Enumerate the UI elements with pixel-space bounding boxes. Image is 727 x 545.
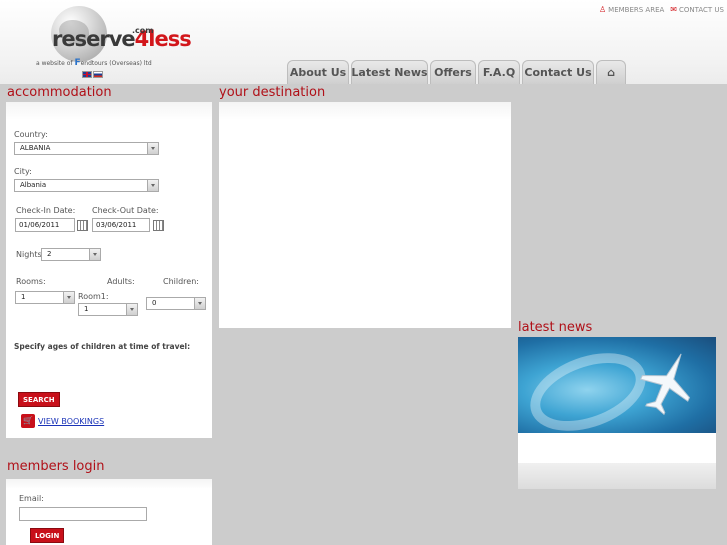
- tab-latest-news[interactable]: Latest News: [351, 60, 428, 84]
- email-label: Email:: [19, 494, 44, 503]
- adults-value: 1: [84, 305, 89, 313]
- swirl-decoration: [519, 338, 657, 433]
- rooms-label: Rooms:: [16, 277, 46, 286]
- children-value: 0: [152, 299, 157, 307]
- members-area-link[interactable]: ♙ MEMBERS AREA: [599, 5, 664, 14]
- envelope-icon: ✉: [670, 5, 677, 14]
- children-ages-note: Specify ages of children at time of trav…: [14, 342, 191, 351]
- latest-news-panel: [518, 433, 716, 489]
- calendar-icon[interactable]: [77, 220, 88, 231]
- contact-us-link[interactable]: ✉ CONTACT US: [670, 5, 724, 14]
- chevron-down-icon: [194, 298, 205, 309]
- panel-header-band: [6, 479, 212, 489]
- site-logo[interactable]: reserve4less: [52, 27, 192, 51]
- home-icon[interactable]: ⌂: [596, 60, 626, 84]
- rooms-value: 1: [21, 293, 26, 301]
- view-bookings-link[interactable]: 🛒 VIEW BOOKINGS: [21, 414, 104, 428]
- country-label: Country:: [14, 130, 48, 139]
- header: reserve4less .com a website of Fendtours…: [0, 0, 727, 84]
- contact-us-label: CONTACT US: [679, 5, 724, 14]
- tab-offers[interactable]: Offers: [430, 60, 476, 84]
- city-value: Albania: [20, 181, 47, 189]
- children-select[interactable]: 0: [146, 297, 206, 310]
- destination-panel: [219, 102, 511, 328]
- country-select[interactable]: ALBANIA: [14, 142, 159, 155]
- tagline-prefix: a website of: [36, 60, 73, 67]
- chevron-down-icon: [147, 143, 158, 154]
- chevron-down-icon: [89, 249, 100, 260]
- checkin-label: Check-In Date:: [16, 206, 76, 215]
- room1-label: Room1:: [78, 292, 109, 301]
- checkout-date-input[interactable]: 03/06/2011: [92, 218, 150, 232]
- adults-label: Adults:: [107, 277, 135, 286]
- tab-faq[interactable]: F.A.Q: [478, 60, 520, 84]
- email-field[interactable]: [19, 507, 147, 521]
- latest-news-title: latest news: [518, 320, 593, 335]
- chevron-down-icon: [63, 292, 74, 303]
- panel-header-band: [6, 102, 212, 120]
- members-login-title: members login: [7, 459, 105, 474]
- logo-tagline: a website of Fendtours (Overseas) ltd: [36, 58, 152, 68]
- panel-header-band: [219, 102, 511, 120]
- rooms-select[interactable]: 1: [15, 291, 75, 304]
- members-icon: ♙: [599, 5, 607, 14]
- calendar-icon[interactable]: [153, 220, 164, 231]
- tab-contact-us[interactable]: Contact Us: [522, 60, 594, 84]
- members-area-label: MEMBERS AREA: [608, 5, 665, 14]
- russia-flag-icon[interactable]: [93, 71, 103, 78]
- members-login-panel: Email: LOGIN: [6, 479, 212, 545]
- top-links: ♙ MEMBERS AREA ✉ CONTACT US: [599, 5, 724, 14]
- tagline-suffix: endtours (Overseas) ltd: [80, 60, 152, 67]
- city-label: City:: [14, 167, 32, 176]
- chevron-down-icon: [147, 180, 158, 191]
- city-select[interactable]: Albania: [14, 179, 159, 192]
- checkout-label: Check-Out Date:: [92, 206, 159, 215]
- cart-icon: 🛒: [21, 414, 35, 428]
- news-footer-band: [518, 463, 716, 489]
- country-value: ALBANIA: [20, 144, 51, 152]
- login-button[interactable]: LOGIN: [30, 528, 65, 543]
- checkin-date-input[interactable]: 01/06/2011: [15, 218, 75, 232]
- search-button[interactable]: SEARCH: [18, 392, 60, 407]
- logo-com-text: .com: [132, 26, 154, 35]
- accommodation-title: accommodation: [7, 85, 112, 100]
- tab-about-us[interactable]: About Us: [287, 60, 349, 84]
- main-nav: About Us Latest News Offers F.A.Q Contac…: [287, 60, 626, 84]
- view-bookings-label: VIEW BOOKINGS: [38, 416, 105, 426]
- uk-flag-icon[interactable]: [82, 71, 92, 78]
- logo-main-text: reserve: [52, 27, 136, 51]
- nights-select[interactable]: 2: [41, 248, 101, 261]
- destination-title: your destination: [219, 85, 326, 100]
- news-airplane-image[interactable]: [518, 337, 716, 433]
- chevron-down-icon: [126, 304, 137, 315]
- adults-select[interactable]: 1: [78, 303, 138, 316]
- nights-value: 2: [47, 250, 52, 258]
- airplane-icon: [639, 353, 691, 416]
- children-label: Children:: [163, 277, 199, 286]
- language-switcher: [82, 71, 103, 78]
- accommodation-panel: Country: ALBANIA City: Albania Check-In …: [6, 102, 212, 438]
